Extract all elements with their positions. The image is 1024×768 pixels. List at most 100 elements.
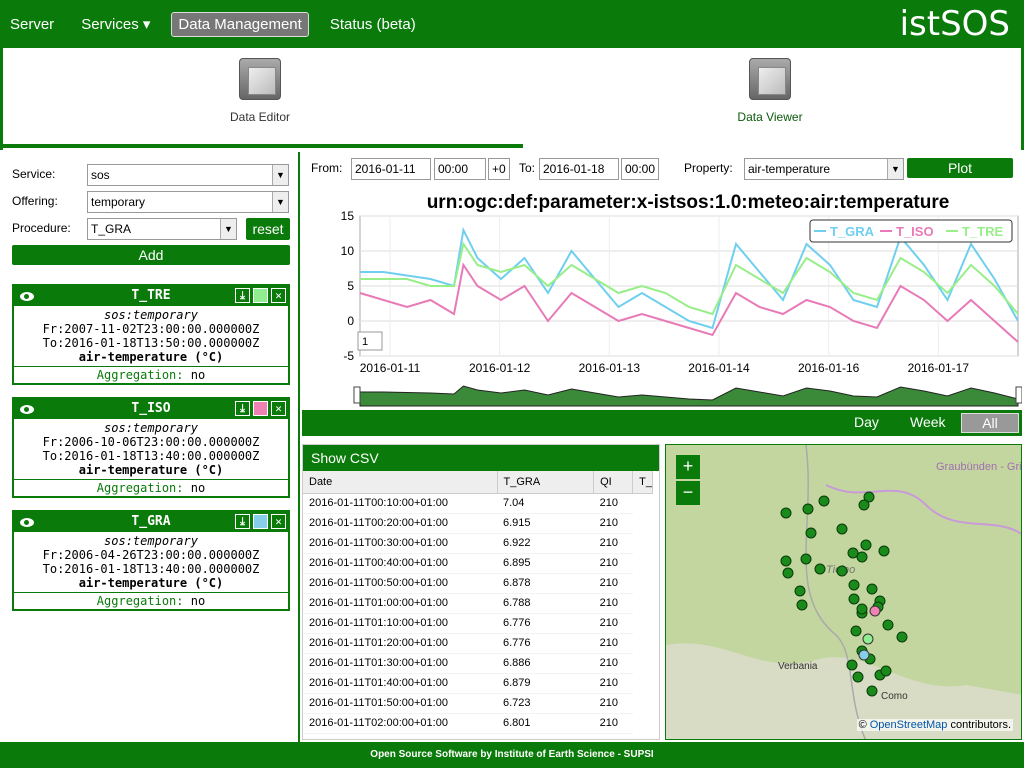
station-marker[interactable] [805,527,817,539]
from-date-value: 2016-01-11 [355,162,416,176]
temperature-chart[interactable]: urn:ogc:def:parameter:x-istsos:1.0:meteo… [302,186,1023,410]
selected-station-marker[interactable] [862,633,874,645]
station-marker[interactable] [852,671,864,683]
station-marker[interactable] [836,523,848,535]
eye-icon[interactable] [20,405,34,414]
station-marker[interactable] [796,599,808,611]
zoom-in-button[interactable]: + [676,455,700,479]
station-marker[interactable] [866,685,878,697]
station-map[interactable]: Graubünden - Grischun Ticino Verbania Co… [666,445,1022,740]
station-marker[interactable] [848,593,860,605]
to-time-select[interactable]: 00:00 [621,158,659,180]
station-marker[interactable] [800,553,812,565]
col-t-gra[interactable]: T_GRA [497,471,595,494]
property-select[interactable]: air-temperature ▼ [744,158,904,180]
color-swatch[interactable] [253,514,268,529]
table-row[interactable]: 2016-01-11T01:20:00+01:00 6.776 210 [303,633,653,654]
close-icon[interactable]: ✕ [271,288,286,303]
legend-entry: T_ISO [896,224,934,239]
data-viewer-tool[interactable]: Data Viewer [715,58,825,124]
service-select[interactable]: sos ▼ [87,164,289,186]
zoom-out-button[interactable]: − [676,481,700,505]
add-button[interactable]: Add [12,245,290,265]
station-marker[interactable] [814,563,826,575]
col-qi[interactable]: QI [593,471,634,494]
table-row[interactable]: 2016-01-11T00:30:00+01:00 6.922 210 [303,533,653,554]
station-marker[interactable] [878,545,890,557]
nav-services[interactable]: Services ▾ [75,12,156,36]
table-row[interactable]: 2016-01-11T00:20:00+01:00 6.915 210 [303,513,653,534]
eye-icon[interactable] [20,292,34,301]
cell-date: 2016-01-11T02:00:00+01:00 [303,713,497,734]
aggregation-value[interactable]: no [191,481,205,495]
table-row[interactable]: 2016-01-11T00:50:00+01:00 6.878 210 [303,573,653,594]
range-all-button[interactable]: All [961,413,1019,433]
close-icon[interactable]: ✕ [271,514,286,529]
close-icon[interactable]: ✕ [271,401,286,416]
table-row[interactable]: 2016-01-11T02:00:00+01:00 6.801 210 [303,713,653,734]
nav-server[interactable]: Server [4,13,60,36]
aggregation-value[interactable]: no [191,594,205,608]
col-t-more[interactable]: T_ [632,471,653,494]
tz-offset[interactable]: +0 [488,158,510,180]
table-row[interactable]: 2016-01-11T01:50:00+01:00 6.723 210 [303,693,653,714]
station-marker[interactable] [860,539,872,551]
plot-button[interactable]: Plot [907,158,1013,178]
station-marker[interactable] [882,619,894,631]
station-marker[interactable] [856,551,868,563]
from-date-input[interactable]: 2016-01-11 [351,158,431,180]
download-icon[interactable]: ⤓ [235,514,250,529]
x-tick-label: 2016-01-12 [469,361,531,375]
table-row[interactable]: 2016-01-11T00:10:00+01:00 7.04 210 [303,493,653,514]
aggregation-value[interactable]: no [191,368,205,382]
cell-date: 2016-01-11T01:00:00+01:00 [303,593,497,614]
osm-link[interactable]: OpenStreetMap [870,719,948,731]
card-to: To:2016-01-18T13:40:00.000000Z [42,449,260,463]
y-tick-label: 10 [341,244,355,258]
station-marker[interactable] [780,555,792,567]
nav-data-management[interactable]: Data Management [171,11,309,37]
station-marker[interactable] [802,503,814,515]
color-swatch[interactable] [253,288,268,303]
table-row[interactable]: 2016-01-11T01:30:00+01:00 6.886 210 [303,653,653,674]
col-date[interactable]: Date [303,471,498,494]
data-editor-tool[interactable]: Data Editor [205,58,315,124]
station-marker[interactable] [794,585,806,597]
table-row[interactable]: 2016-01-11T01:10:00+01:00 6.776 210 [303,613,653,634]
table-row[interactable]: 2016-01-11T01:00:00+01:00 6.788 210 [303,593,653,614]
station-marker[interactable] [847,547,859,559]
table-row[interactable]: 2016-01-11T01:40:00+01:00 6.879 210 [303,673,653,694]
card-from: Fr:2006-10-06T23:00:00.000000Z [42,435,260,449]
selected-station-marker[interactable] [858,649,870,661]
download-icon[interactable]: ⤓ [235,288,250,303]
station-marker[interactable] [782,567,794,579]
show-csv-header[interactable]: Show CSV [303,445,659,471]
station-marker[interactable] [856,603,868,615]
nav-status[interactable]: Status (beta) [324,13,422,36]
card-offering: sos:temporary [104,534,198,548]
selected-station-marker[interactable] [869,605,881,617]
station-marker[interactable] [848,579,860,591]
station-marker[interactable] [896,631,908,643]
station-marker[interactable] [858,499,870,511]
color-swatch[interactable] [253,401,268,416]
table-row[interactable]: 2016-01-11T00:40:00+01:00 6.895 210 [303,553,653,574]
download-icon[interactable]: ⤓ [235,401,250,416]
station-marker[interactable] [880,665,892,677]
cell-value: 6.915 [497,513,594,534]
reset-button[interactable]: reset [246,218,290,240]
station-marker[interactable] [780,507,792,519]
range-week-button[interactable]: Week [910,414,946,430]
station-marker[interactable] [836,565,848,577]
from-time-select[interactable]: 00:00 [434,158,486,180]
map-panel[interactable]: Graubünden - Grischun Ticino Verbania Co… [665,444,1022,740]
eye-icon[interactable] [20,518,34,527]
procedure-select[interactable]: T_GRA ▼ [87,218,237,240]
to-date-input[interactable]: 2016-01-18 [539,158,619,180]
station-marker[interactable] [846,659,858,671]
offering-select[interactable]: temporary ▼ [87,191,289,213]
station-marker[interactable] [866,583,878,595]
station-marker[interactable] [818,495,830,507]
station-marker[interactable] [850,625,862,637]
range-day-button[interactable]: Day [854,414,879,430]
